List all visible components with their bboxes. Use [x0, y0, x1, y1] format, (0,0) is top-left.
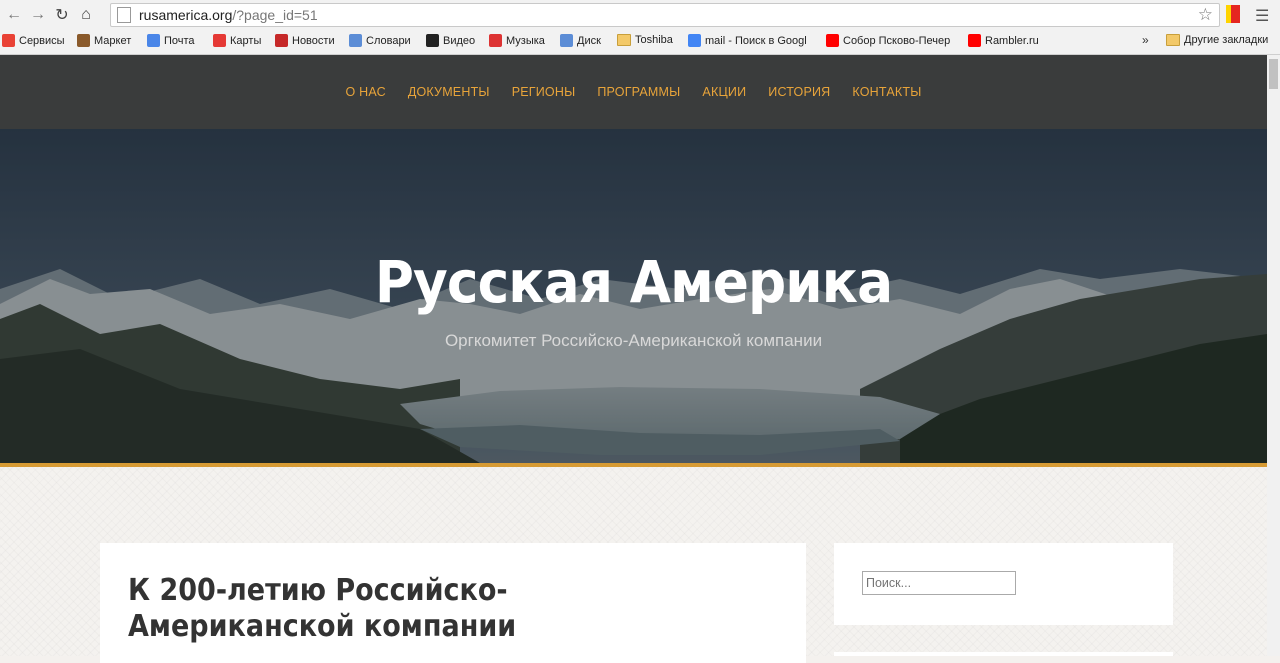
article-card: К 200-летию Российско-Американской компа…	[100, 543, 806, 663]
market-icon	[77, 34, 90, 47]
bookmark-label: Toshiba	[635, 34, 673, 46]
url-path: /?page_id=51	[232, 7, 318, 23]
folder-icon	[1166, 34, 1180, 46]
other-bookmarks-folder[interactable]: Другие закладки	[1166, 34, 1268, 46]
article-title: К 200-летию Российско-Американской компа…	[128, 573, 517, 644]
bookmark-label: Rambler.ru	[985, 34, 1039, 47]
back-arrow-icon[interactable]: ←	[4, 5, 24, 25]
url-host: rusamerica.org	[139, 7, 233, 23]
mail-icon	[147, 34, 160, 47]
bookmark-label: Почта	[164, 34, 195, 47]
extension-flag-icon[interactable]	[1226, 5, 1240, 23]
bookmark-label: Видео	[443, 34, 476, 47]
bookmark-label: Словари	[366, 34, 411, 47]
bookmarks-bar: Сервисы Маркет Почта Карты Новости Словари Вид…	[0, 30, 1280, 55]
bookmark-item[interactable]: Собор Псково-Печер	[826, 34, 950, 47]
page-icon	[117, 7, 131, 23]
address-bar[interactable]: rusamerica.org/?page_id=51 ☆	[110, 3, 1220, 27]
home-icon[interactable]: ⌂	[76, 5, 96, 25]
bookmark-label: Собор Псково-Печер	[843, 34, 951, 47]
nav-item-contacts[interactable]: КОНТАКТЫ	[852, 85, 921, 99]
bookmark-item[interactable]: Сервисы	[2, 34, 65, 47]
more-bookmarks-button[interactable]: »	[1142, 33, 1149, 47]
nav-item-actions[interactable]: АКЦИИ	[702, 85, 746, 99]
page-scrollbar[interactable]	[1267, 55, 1280, 656]
site-nav: О НАС ДОКУМЕНТЫ РЕГИОНЫ ПРОГРАММЫ АКЦИИ …	[0, 55, 1267, 129]
bookmark-star-icon[interactable]: ☆	[1198, 5, 1213, 25]
bookmark-item[interactable]: Музыка	[489, 34, 545, 47]
bookmark-item[interactable]: Маркет	[77, 34, 131, 47]
site-subtitle: Оргкомитет Российско-Американской компан…	[444, 331, 823, 350]
bookmark-label: Новости	[292, 34, 335, 47]
video-icon	[426, 34, 439, 47]
bookmark-item[interactable]: Rambler.ru	[968, 34, 1039, 47]
bookmark-label: Диск	[577, 34, 601, 47]
bookmark-item[interactable]: Карты	[213, 34, 261, 47]
bookmark-item[interactable]: Toshiba	[617, 34, 673, 46]
google-icon	[688, 34, 701, 47]
nav-item-programs[interactable]: ПРОГРАММЫ	[597, 85, 680, 99]
yandex-icon	[826, 34, 839, 47]
nav-item-about[interactable]: О НАС	[346, 85, 386, 99]
sidebar-search-widget	[834, 543, 1173, 625]
news-icon	[275, 34, 288, 47]
nav-item-regions[interactable]: РЕГИОНЫ	[512, 85, 576, 99]
search-input[interactable]	[862, 571, 1016, 595]
forward-arrow-icon[interactable]: →	[28, 5, 48, 25]
bookmark-item[interactable]: Диск	[560, 34, 601, 47]
nav-item-documents[interactable]: ДОКУМЕНТЫ	[408, 85, 490, 99]
bookmark-item[interactable]: Новости	[275, 34, 335, 47]
yandex-icon	[968, 34, 981, 47]
reload-icon[interactable]: ↻	[52, 5, 72, 25]
dictionary-icon	[349, 34, 362, 47]
maps-icon	[213, 34, 226, 47]
bookmark-label: Карты	[230, 34, 262, 47]
bookmark-label: Маркет	[94, 34, 132, 47]
scrollbar-thumb[interactable]	[1269, 59, 1278, 89]
bookmark-label: Сервисы	[19, 34, 65, 47]
site-title[interactable]: Русская Америка	[51, 248, 1217, 316]
bookmark-item[interactable]: Почта	[147, 34, 195, 47]
bookmark-label: Музыка	[506, 34, 545, 47]
bookmark-label: mail - Поиск в Googl	[705, 34, 807, 47]
other-bookmarks-label: Другие закладки	[1184, 34, 1269, 46]
browser-toolbar: ← → ↻ ⌂ rusamerica.org/?page_id=51 ☆ ☰	[0, 0, 1280, 30]
bookmark-item[interactable]: Словари	[349, 34, 411, 47]
disk-icon	[560, 34, 573, 47]
folder-icon	[617, 34, 631, 46]
nav-item-history[interactable]: ИСТОРИЯ	[768, 85, 830, 99]
music-icon	[489, 34, 502, 47]
bookmark-item[interactable]: mail - Поиск в Googl	[688, 34, 807, 47]
sidebar-widget	[834, 652, 1173, 656]
bookmark-item[interactable]: Видео	[426, 34, 475, 47]
apps-icon	[2, 34, 15, 47]
browser-menu-icon[interactable]: ☰	[1255, 6, 1269, 26]
